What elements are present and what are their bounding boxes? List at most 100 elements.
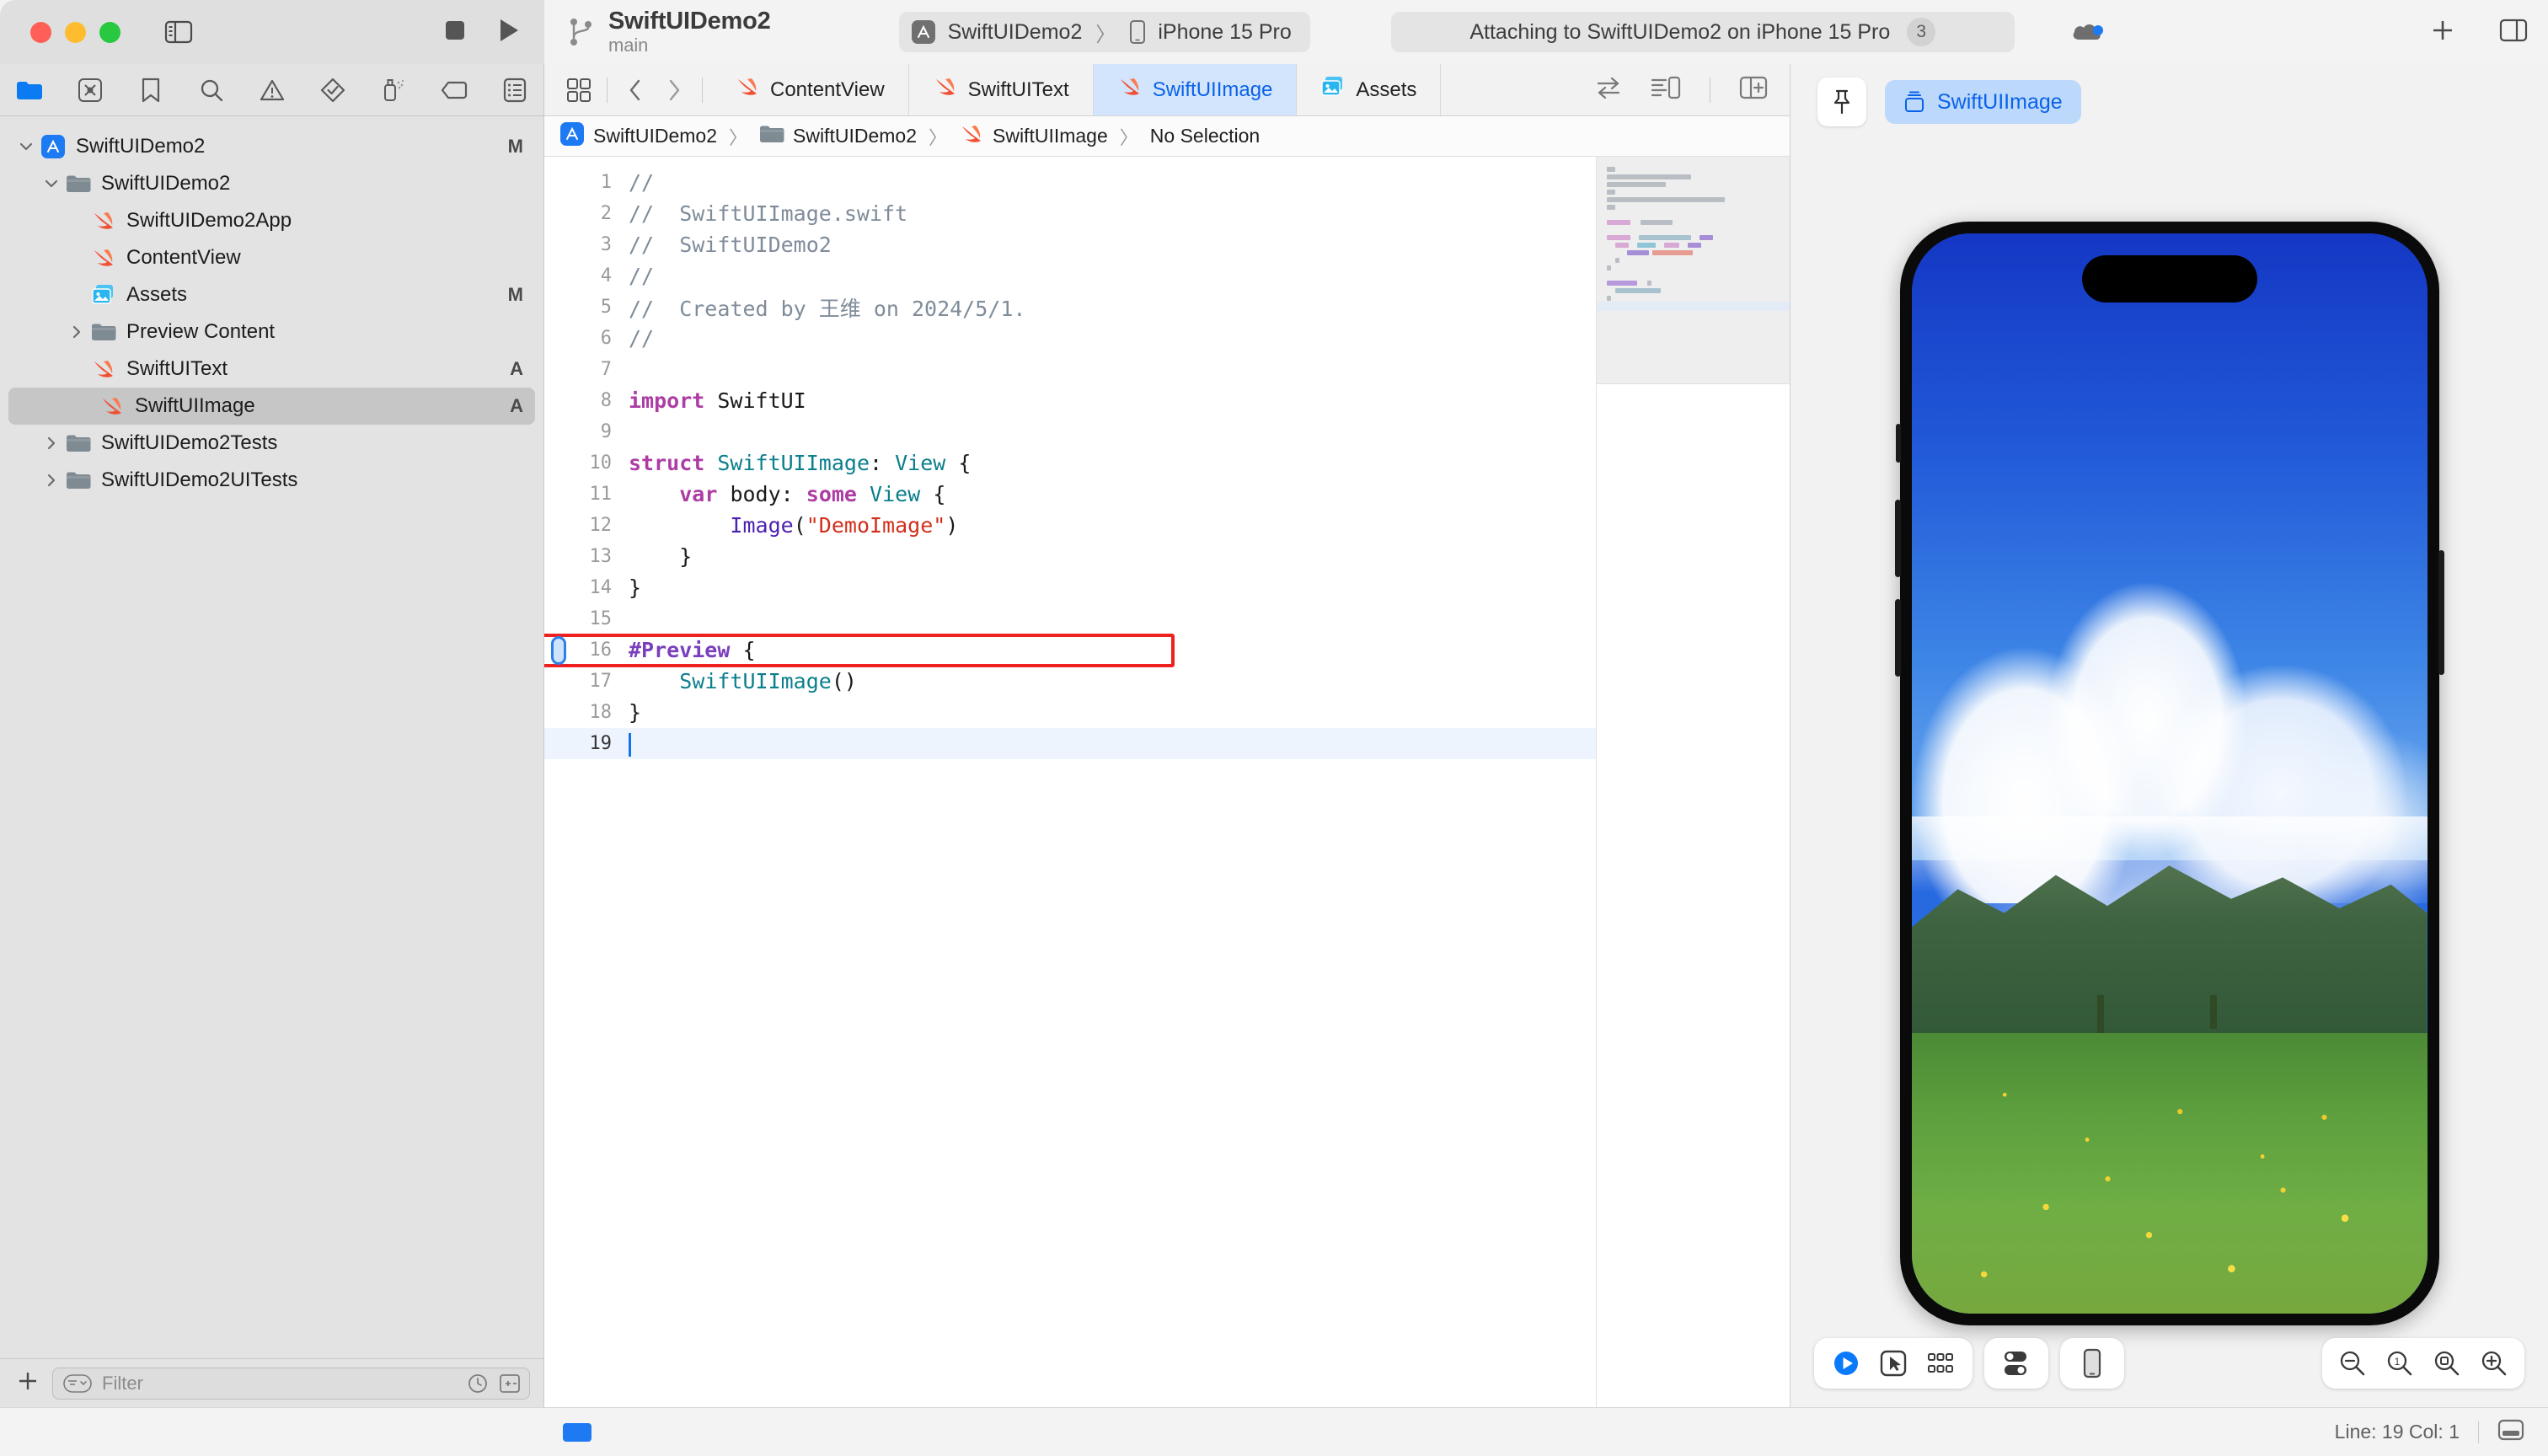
run-button[interactable] xyxy=(497,18,521,47)
code-line[interactable]: 11 var body: some View { xyxy=(544,479,1596,510)
editor-tab[interactable]: SwiftUIImage xyxy=(1093,64,1298,115)
code-line[interactable]: 10 struct SwiftUIImage: View { xyxy=(544,447,1596,479)
variants-button[interactable] xyxy=(1917,1340,1964,1387)
code-line[interactable]: 4 // xyxy=(544,260,1596,292)
source-code-editor[interactable]: 1 // 2 // SwiftUIImage.swift 3 // SwiftUIDemo… xyxy=(544,157,1596,1407)
recent-filter-icon[interactable] xyxy=(467,1373,489,1394)
preview-toolbar[interactable]: 1 xyxy=(1791,1338,2548,1389)
add-editor-button[interactable] xyxy=(2430,18,2455,47)
device-settings-group[interactable] xyxy=(1984,1338,2048,1389)
code-line[interactable]: 15 xyxy=(544,603,1596,634)
traffic-lights[interactable] xyxy=(30,21,120,43)
file-tree-row[interactable]: SwiftUIDemo2 xyxy=(0,165,543,202)
tab-overview-button[interactable] xyxy=(559,71,598,110)
go-back-button[interactable] xyxy=(616,71,655,110)
pin-preview-button[interactable] xyxy=(1817,78,1866,126)
close-button[interactable] xyxy=(30,21,51,43)
code-line[interactable]: 2 // SwiftUIImage.swift xyxy=(544,198,1596,229)
code-line[interactable]: 19 xyxy=(544,728,1596,759)
editor-tab[interactable]: ContentView xyxy=(711,64,909,115)
chevron-right-icon[interactable] xyxy=(44,436,59,451)
zoom-out-button[interactable] xyxy=(2329,1340,2376,1387)
code-text[interactable]: // xyxy=(629,170,654,195)
navigator-tab-source-control[interactable] xyxy=(76,76,104,104)
status-bar-middle[interactable] xyxy=(544,1422,2335,1442)
navigator-tab-bar[interactable] xyxy=(0,64,543,116)
cloud-status-button[interactable] xyxy=(2070,19,2106,45)
file-tree-row[interactable]: Assets M xyxy=(0,276,543,313)
code-line[interactable]: 6 // xyxy=(544,323,1596,354)
navigator-tab-breakpoints[interactable] xyxy=(440,76,468,104)
selectable-preview-button[interactable] xyxy=(1870,1340,1917,1387)
code-text[interactable]: var body: some View { xyxy=(629,482,945,506)
code-line[interactable]: 13 } xyxy=(544,541,1596,572)
code-minimap[interactable] xyxy=(1596,157,1790,1407)
tree-twisty[interactable] xyxy=(15,139,37,154)
toggle-inspector-button[interactable] xyxy=(2499,19,2528,46)
code-line[interactable]: 7 xyxy=(544,354,1596,385)
editor-tab[interactable]: SwiftUIText xyxy=(909,64,1094,115)
code-text[interactable]: // xyxy=(629,326,654,351)
code-text[interactable]: // SwiftUIImage.swift xyxy=(629,201,907,226)
file-tree-row[interactable]: SwiftUIDemo2App xyxy=(0,202,543,239)
preview-zoom-controls[interactable]: 1 xyxy=(2322,1338,2524,1389)
scheme-destination-selector[interactable]: SwiftUIDemo2 〉 iPhone 15 Pro xyxy=(898,12,1310,52)
code-line[interactable]: 3 // SwiftUIDemo2 xyxy=(544,229,1596,260)
zoom-in-button[interactable] xyxy=(2470,1340,2518,1387)
toggle-comparison-button[interactable] xyxy=(1595,76,1622,104)
navigator-filter-bar[interactable]: Filter xyxy=(0,1358,543,1407)
tree-twisty[interactable] xyxy=(40,176,62,191)
preview-selector-chip[interactable]: SwiftUIImage xyxy=(1885,80,2081,124)
device-group[interactable] xyxy=(2060,1338,2124,1389)
build-status-indicator[interactable] xyxy=(563,1422,592,1442)
code-text[interactable] xyxy=(629,731,631,757)
navigator-tab-find[interactable] xyxy=(197,76,226,104)
code-line[interactable]: 17 SwiftUIImage() xyxy=(544,666,1596,697)
file-tree-row[interactable]: ContentView xyxy=(0,239,543,276)
activity-status-bar[interactable]: Attaching to SwiftUIDemo2 on iPhone 15 P… xyxy=(1390,12,2015,52)
status-bar-right[interactable]: Line: 19 Col: 1 xyxy=(2335,1419,2548,1445)
code-line[interactable]: 14} xyxy=(544,572,1596,603)
code-line[interactable]: 1 // xyxy=(544,167,1596,198)
code-text[interactable]: // Created by 王维 on 2024/5/1. xyxy=(629,292,1025,323)
file-tree-row[interactable]: SwiftUIImage A xyxy=(8,388,535,425)
zoom-actual-button[interactable]: 1 xyxy=(2376,1340,2423,1387)
source-control-filter-icon[interactable] xyxy=(499,1373,521,1394)
file-tree-row[interactable]: Preview Content xyxy=(0,313,543,351)
code-line[interactable]: 5 // Created by 王维 on 2024/5/1. xyxy=(544,292,1596,323)
stop-button[interactable] xyxy=(443,19,467,46)
code-line[interactable]: 18} xyxy=(544,697,1596,728)
toggle-canvas-button[interactable] xyxy=(1651,76,1681,104)
add-editor-split-button[interactable] xyxy=(1739,76,1768,104)
code-line[interactable]: 9 xyxy=(544,416,1596,447)
live-preview-button[interactable] xyxy=(1823,1340,1870,1387)
code-text[interactable]: Image("DemoImage") xyxy=(629,513,958,538)
navigator-tab-project[interactable] xyxy=(15,76,44,104)
zoom-button[interactable] xyxy=(99,21,120,43)
filter-field[interactable]: Filter xyxy=(52,1367,530,1400)
code-text[interactable]: } xyxy=(629,700,641,725)
navigator-tab-debug[interactable] xyxy=(379,76,408,104)
zoom-fit-button[interactable] xyxy=(2423,1340,2470,1387)
code-text[interactable]: } xyxy=(629,544,692,569)
code-line[interactable]: 8 import SwiftUI xyxy=(544,385,1596,416)
chevron-down-icon[interactable] xyxy=(19,139,34,154)
code-text[interactable]: struct SwiftUIImage: View { xyxy=(629,451,971,475)
device-button[interactable] xyxy=(2069,1340,2116,1387)
tree-twisty[interactable] xyxy=(66,324,88,340)
breadcrumb[interactable]: SwiftUIDemo2 〉 SwiftUIDemo2 〉 SwiftUIImage 〉 N… xyxy=(544,116,1790,157)
editor-tab-right-controls[interactable] xyxy=(1578,64,1790,115)
filter-options-icon[interactable] xyxy=(63,1373,92,1393)
title-bar-right-controls[interactable] xyxy=(2430,18,2528,47)
preview-screen[interactable] xyxy=(1911,233,2428,1314)
code-text[interactable]: // xyxy=(629,264,654,288)
breadcrumb-item[interactable]: SwiftUIDemo2 xyxy=(559,121,717,152)
breadcrumb-item[interactable]: No Selection xyxy=(1150,125,1260,147)
code-text[interactable]: // SwiftUIDemo2 xyxy=(629,233,832,257)
file-tree-row[interactable]: SwiftUIDemo2UITests xyxy=(0,462,543,499)
toggle-navigator-button[interactable] xyxy=(164,20,193,44)
editor-tabs[interactable]: ContentView SwiftUIText SwiftUIImage Assets xyxy=(711,64,1578,115)
code-text[interactable]: #Preview { xyxy=(629,638,756,662)
file-tree-row[interactable]: SwiftUIDemo2Tests xyxy=(0,425,543,462)
preview-stage[interactable] xyxy=(1791,140,2548,1407)
